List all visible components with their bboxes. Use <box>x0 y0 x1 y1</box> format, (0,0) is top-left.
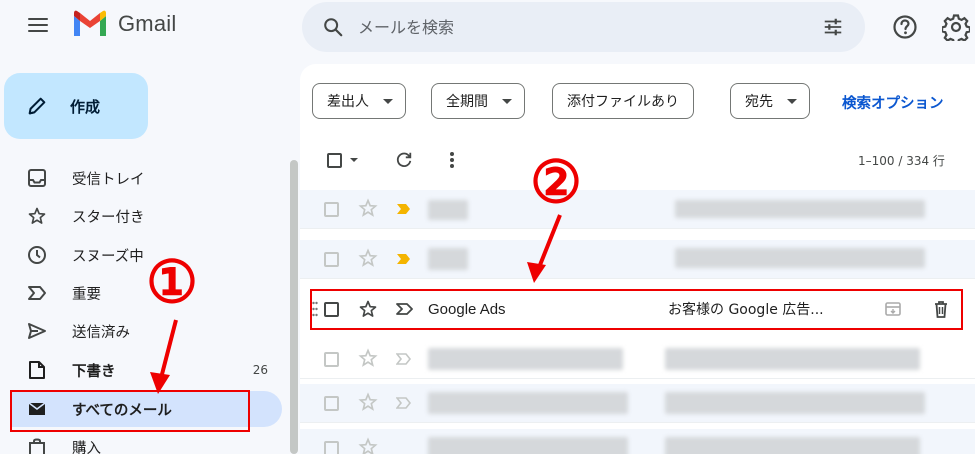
star-icon[interactable] <box>358 437 378 454</box>
advanced-search-link[interactable]: 検索オプション <box>842 92 944 113</box>
row-checkbox[interactable] <box>324 252 339 267</box>
important-marker-icon[interactable] <box>396 252 412 266</box>
gmail-m-icon <box>74 10 106 36</box>
important-icon[interactable] <box>396 396 412 410</box>
sidebar-scrollbar[interactable] <box>290 160 298 454</box>
blurred-subject <box>665 392 925 414</box>
more-vert-icon <box>450 152 454 168</box>
email-row-blurred[interactable] <box>300 384 975 423</box>
highlight-box-email-row <box>310 289 963 330</box>
star-icon <box>24 205 50 227</box>
sidebar-item-label: 受信トレイ <box>72 171 145 188</box>
mail-list-panel: 差出人 全期間 添付ファイルあり 宛先 検索オプション 1–100 / 334 … <box>300 64 975 454</box>
blurred-sender <box>428 200 468 220</box>
filter-period-chip[interactable]: 全期間 <box>431 83 525 119</box>
important-icon[interactable] <box>396 352 412 366</box>
star-icon[interactable] <box>358 392 378 412</box>
highlight-box-all-mail <box>10 390 250 432</box>
important-marker-icon[interactable] <box>396 202 412 216</box>
refresh-button[interactable] <box>392 148 416 172</box>
pencil-icon <box>28 97 46 115</box>
row-checkbox[interactable] <box>324 202 339 217</box>
compose-button[interactable]: 作成 <box>4 73 148 139</box>
inbox-icon <box>24 167 50 189</box>
search-bar[interactable] <box>302 2 865 52</box>
sidebar-item-label: スター付き <box>72 209 145 226</box>
help-button[interactable] <box>890 12 920 42</box>
settings-button[interactable] <box>940 12 972 42</box>
sidebar-item-label: 送信済み <box>72 324 130 341</box>
filter-recipient-chip[interactable]: 宛先 <box>730 83 810 119</box>
filter-options-icon[interactable] <box>822 16 844 38</box>
important-icon <box>24 282 50 304</box>
chip-label: 添付ファイルあり <box>567 94 679 110</box>
caret-down-icon <box>383 98 393 104</box>
draft-icon <box>24 359 50 381</box>
sidebar-item-label: スヌーズ中 <box>72 248 144 265</box>
clock-icon <box>24 244 50 266</box>
caret-down-icon <box>349 158 358 162</box>
sidebar-item-sent[interactable]: 送信済み <box>10 313 282 349</box>
sidebar-item-purchases[interactable]: 購入 <box>10 429 282 454</box>
annotation-marker-2: ② <box>530 148 582 216</box>
blurred-subject <box>665 348 920 370</box>
sidebar-item-label: 下書き <box>72 363 116 380</box>
star-icon[interactable] <box>358 248 378 268</box>
pagination-range: 1–100 / 334 行 <box>858 154 945 168</box>
sidebar-item-starred[interactable]: スター付き <box>10 198 282 234</box>
email-row-blurred[interactable] <box>300 429 975 454</box>
drafts-count: 26 <box>252 363 268 377</box>
chip-label: 宛先 <box>745 94 773 110</box>
gmail-logo[interactable]: Gmail <box>72 10 176 38</box>
search-icon[interactable] <box>322 16 344 38</box>
row-checkbox[interactable] <box>324 352 339 367</box>
blurred-sender <box>428 392 628 414</box>
select-all-checkbox[interactable] <box>322 150 362 170</box>
chip-label: 差出人 <box>327 94 369 110</box>
blurred-sender <box>428 437 628 454</box>
main-menu-button[interactable] <box>24 14 52 38</box>
filter-attachment-chip[interactable]: 添付ファイルあり <box>552 83 694 119</box>
shopping-bag-icon <box>24 436 50 454</box>
blurred-subject <box>675 248 925 268</box>
send-icon <box>24 320 50 342</box>
email-row-blurred[interactable] <box>300 340 975 379</box>
annotation-marker-1: ① <box>146 248 198 316</box>
refresh-icon <box>396 152 412 167</box>
sidebar-item-label: 購入 <box>72 440 101 454</box>
caret-down-icon <box>502 98 512 104</box>
blurred-sender <box>428 348 623 370</box>
gear-icon <box>942 14 970 41</box>
blurred-subject <box>665 437 920 454</box>
star-icon[interactable] <box>358 348 378 368</box>
compose-label: 作成 <box>70 97 101 116</box>
email-row-blurred[interactable] <box>300 240 975 279</box>
app-name: Gmail <box>118 11 177 36</box>
filter-sender-chip[interactable]: 差出人 <box>312 83 406 119</box>
star-icon[interactable] <box>358 198 378 218</box>
chip-label: 全期間 <box>446 94 488 110</box>
help-icon <box>893 15 917 39</box>
more-options-button[interactable] <box>440 148 464 172</box>
email-row-blurred[interactable] <box>300 190 975 229</box>
search-input[interactable] <box>358 17 778 37</box>
sidebar-item-inbox[interactable]: 受信トレイ <box>10 160 282 196</box>
sidebar-item-label: 重要 <box>72 286 101 303</box>
row-checkbox[interactable] <box>324 441 339 454</box>
gmail-page: Gmail メールを検索 作成 受信トレイ スター付き スヌーズ中 重要 送信済… <box>0 0 975 454</box>
sidebar-item-drafts[interactable]: 下書き 26 <box>10 352 282 388</box>
blurred-subject <box>675 200 925 218</box>
blurred-sender <box>428 248 468 270</box>
caret-down-icon <box>787 98 797 104</box>
row-checkbox[interactable] <box>324 396 339 411</box>
